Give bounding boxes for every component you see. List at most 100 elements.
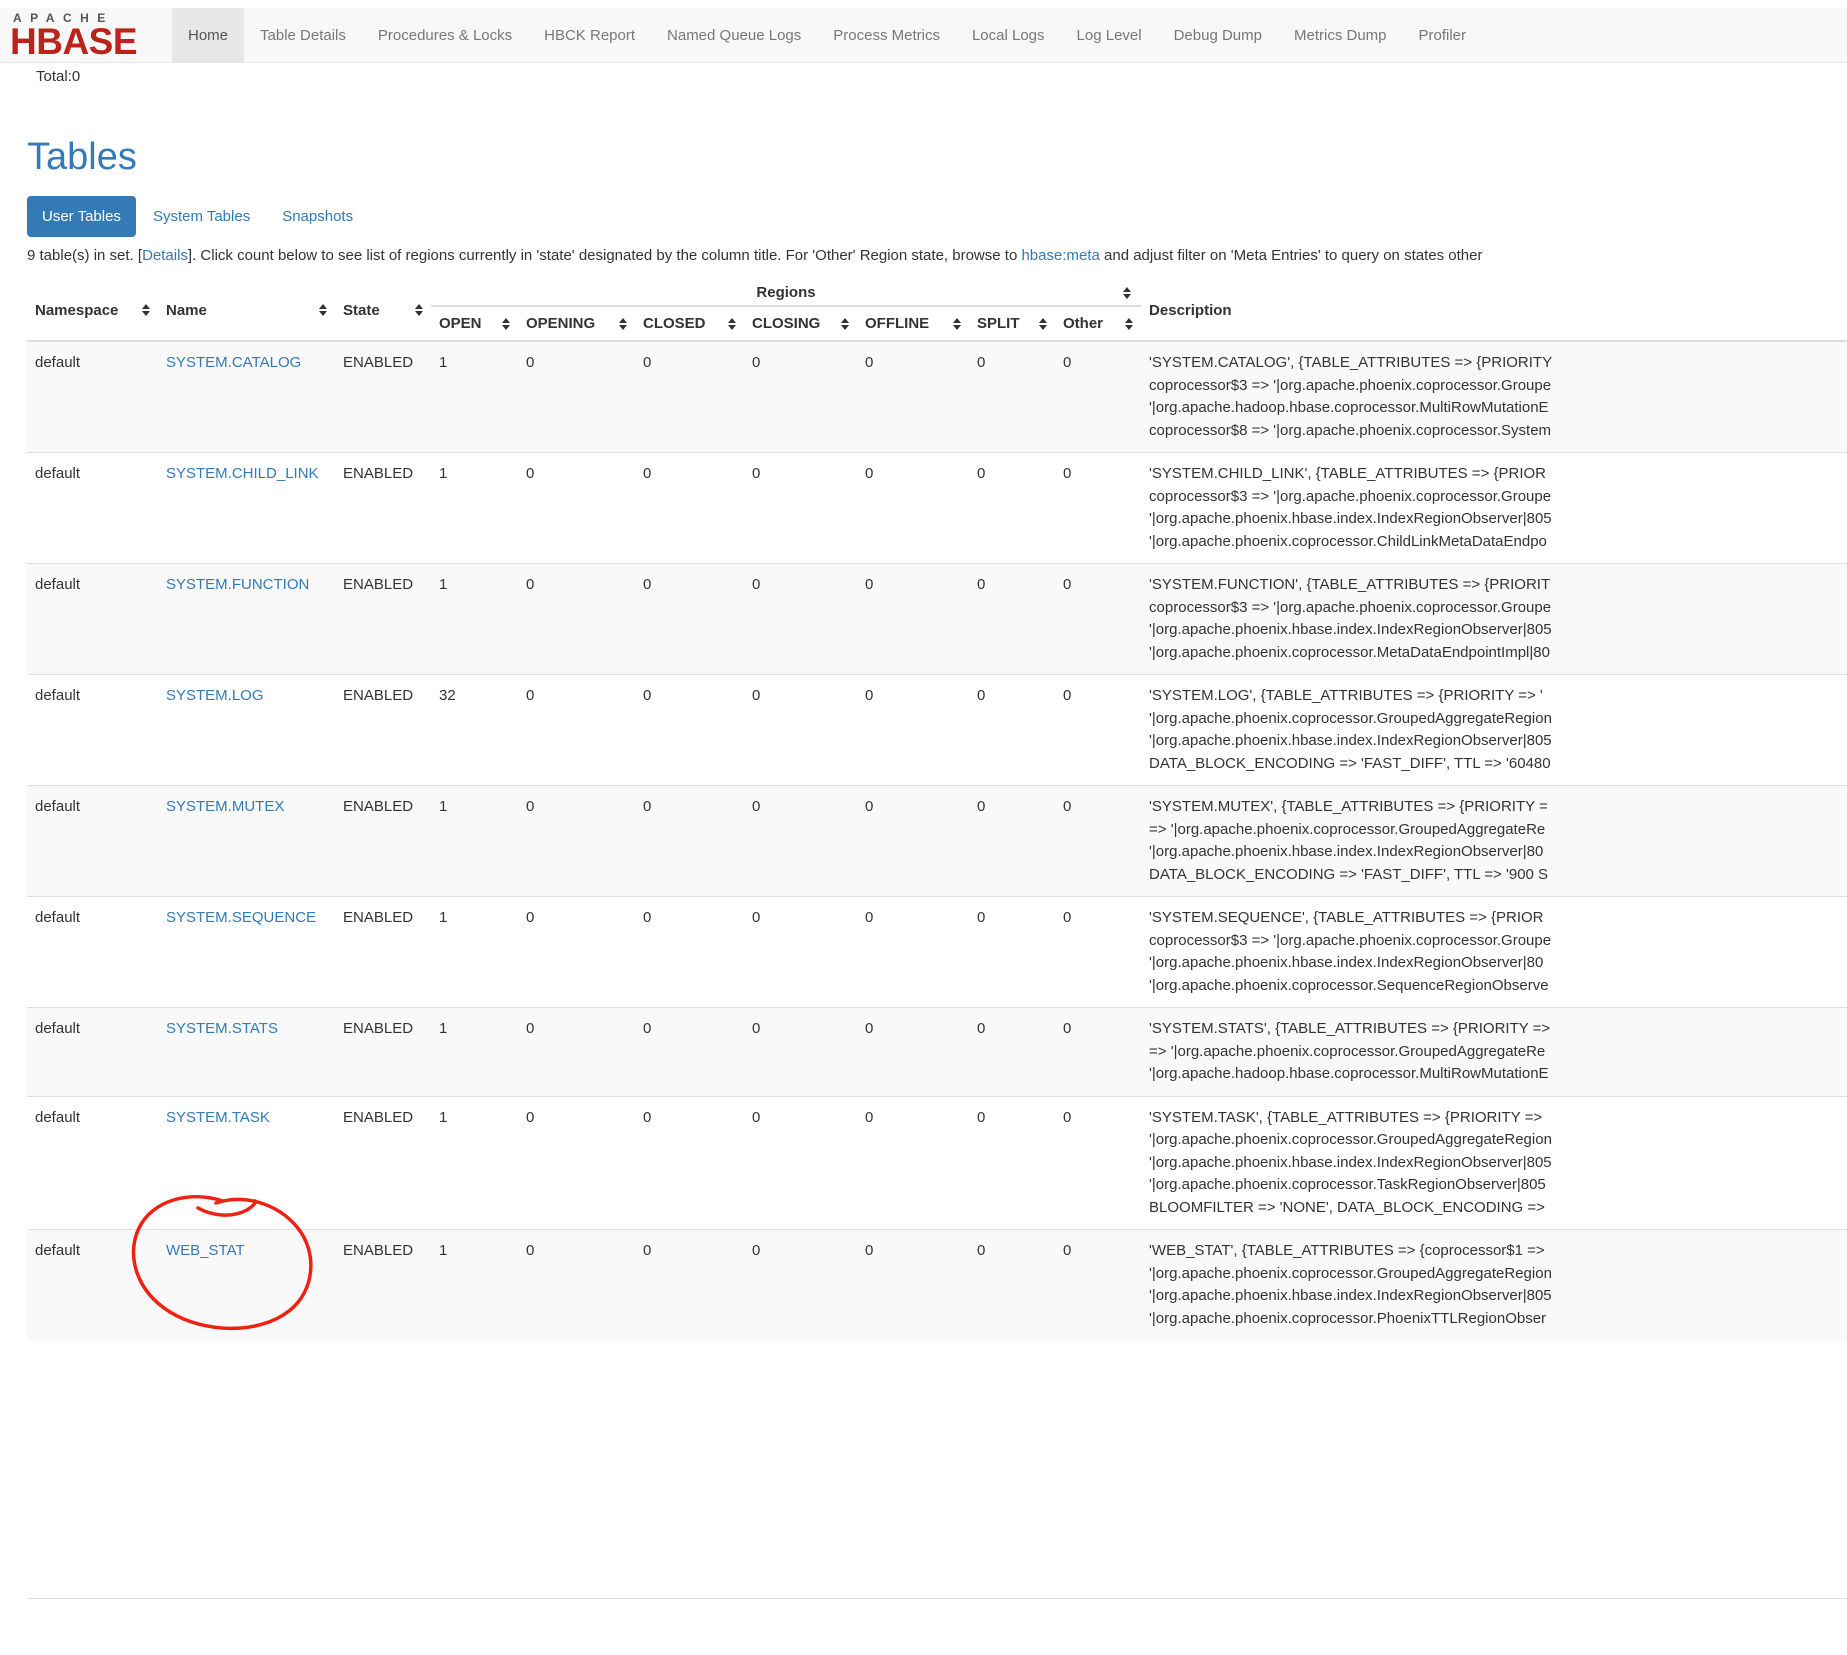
- nav-item-process-metrics[interactable]: Process Metrics: [817, 8, 956, 62]
- cell-region-count-open[interactable]: 1: [431, 564, 518, 675]
- cell-region-count-closed[interactable]: 0: [635, 897, 744, 1008]
- cell-region-count-offline[interactable]: 0: [857, 675, 969, 786]
- cell-region-count-closed[interactable]: 0: [635, 1008, 744, 1097]
- cell-region-count-split[interactable]: 0: [969, 1008, 1055, 1097]
- nav-item-local-logs[interactable]: Local Logs: [956, 8, 1061, 62]
- cell-region-count-split[interactable]: 0: [969, 675, 1055, 786]
- column-header-closed[interactable]: CLOSED: [635, 306, 744, 341]
- column-header-split[interactable]: SPLIT: [969, 306, 1055, 341]
- sort-icon[interactable]: [1125, 318, 1133, 330]
- sort-icon[interactable]: [502, 318, 510, 330]
- cell-region-count-opening[interactable]: 0: [518, 1230, 635, 1341]
- cell-region-count-other[interactable]: 0: [1055, 1008, 1141, 1097]
- cell-region-count-offline[interactable]: 0: [857, 564, 969, 675]
- column-header-offline[interactable]: OFFLINE: [857, 306, 969, 341]
- column-header-closing[interactable]: CLOSING: [744, 306, 857, 341]
- cell-region-count-offline[interactable]: 0: [857, 786, 969, 897]
- sort-icon[interactable]: [953, 318, 961, 330]
- nav-item-hbck-report[interactable]: HBCK Report: [528, 8, 651, 62]
- cell-region-count-opening[interactable]: 0: [518, 786, 635, 897]
- cell-region-count-offline[interactable]: 0: [857, 897, 969, 1008]
- cell-region-count-split[interactable]: 0: [969, 1230, 1055, 1341]
- cell-region-count-other[interactable]: 0: [1055, 341, 1141, 453]
- cell-region-count-offline[interactable]: 0: [857, 341, 969, 453]
- cell-region-count-open[interactable]: 1: [431, 453, 518, 564]
- table-name-link[interactable]: SYSTEM.LOG: [166, 687, 264, 704]
- cell-region-count-open[interactable]: 1: [431, 341, 518, 453]
- tab-system-tables[interactable]: System Tables: [138, 196, 265, 237]
- cell-region-count-opening[interactable]: 0: [518, 897, 635, 1008]
- table-name-link[interactable]: SYSTEM.FUNCTION: [166, 576, 309, 593]
- table-name-link[interactable]: SYSTEM.STATS: [166, 1020, 278, 1037]
- sort-icon[interactable]: [619, 318, 627, 330]
- nav-item-profiler[interactable]: Profiler: [1403, 8, 1483, 62]
- table-name-link[interactable]: SYSTEM.SEQUENCE: [166, 909, 316, 926]
- sort-icon[interactable]: [728, 318, 736, 330]
- nav-item-log-level[interactable]: Log Level: [1061, 8, 1158, 62]
- cell-region-count-other[interactable]: 0: [1055, 675, 1141, 786]
- table-name-link[interactable]: WEB_STAT: [166, 1242, 245, 1259]
- cell-region-count-split[interactable]: 0: [969, 453, 1055, 564]
- cell-region-count-closing[interactable]: 0: [744, 341, 857, 453]
- nav-item-home[interactable]: Home: [172, 8, 244, 62]
- cell-region-count-offline[interactable]: 0: [857, 1008, 969, 1097]
- nav-item-named-queue-logs[interactable]: Named Queue Logs: [651, 8, 817, 62]
- cell-region-count-closed[interactable]: 0: [635, 1096, 744, 1230]
- cell-region-count-closing[interactable]: 0: [744, 1096, 857, 1230]
- cell-region-count-open[interactable]: 1: [431, 897, 518, 1008]
- cell-region-count-opening[interactable]: 0: [518, 1096, 635, 1230]
- column-header-opening[interactable]: OPENING: [518, 306, 635, 341]
- cell-region-count-offline[interactable]: 0: [857, 453, 969, 564]
- cell-region-count-split[interactable]: 0: [969, 786, 1055, 897]
- table-name-link[interactable]: SYSTEM.CHILD_LINK: [166, 465, 319, 482]
- cell-region-count-opening[interactable]: 0: [518, 675, 635, 786]
- cell-region-count-open[interactable]: 1: [431, 1008, 518, 1097]
- sort-icon[interactable]: [841, 318, 849, 330]
- cell-region-count-split[interactable]: 0: [969, 564, 1055, 675]
- cell-region-count-closing[interactable]: 0: [744, 564, 857, 675]
- cell-region-count-closing[interactable]: 0: [744, 1230, 857, 1341]
- sort-icon[interactable]: [415, 304, 423, 316]
- cell-region-count-split[interactable]: 0: [969, 341, 1055, 453]
- cell-region-count-split[interactable]: 0: [969, 1096, 1055, 1230]
- cell-region-count-opening[interactable]: 0: [518, 341, 635, 453]
- cell-region-count-closed[interactable]: 0: [635, 453, 744, 564]
- column-header-namespace[interactable]: Namespace: [27, 280, 158, 341]
- sort-icon[interactable]: [1123, 287, 1131, 299]
- sort-icon[interactable]: [1039, 318, 1047, 330]
- cell-region-count-split[interactable]: 0: [969, 897, 1055, 1008]
- cell-region-count-open[interactable]: 1: [431, 1096, 518, 1230]
- cell-region-count-opening[interactable]: 0: [518, 453, 635, 564]
- cell-region-count-closing[interactable]: 0: [744, 453, 857, 564]
- cell-region-count-closed[interactable]: 0: [635, 1230, 744, 1341]
- hbase-logo[interactable]: APACHE HBASE: [0, 8, 172, 62]
- cell-region-count-closed[interactable]: 0: [635, 564, 744, 675]
- hbase-meta-link[interactable]: hbase:meta: [1021, 247, 1099, 264]
- cell-region-count-other[interactable]: 0: [1055, 786, 1141, 897]
- cell-region-count-open[interactable]: 1: [431, 1230, 518, 1341]
- cell-region-count-closed[interactable]: 0: [635, 675, 744, 786]
- cell-region-count-other[interactable]: 0: [1055, 1096, 1141, 1230]
- sort-icon[interactable]: [142, 304, 150, 316]
- cell-region-count-closing[interactable]: 0: [744, 786, 857, 897]
- cell-region-count-other[interactable]: 0: [1055, 564, 1141, 675]
- table-name-link[interactable]: SYSTEM.CATALOG: [166, 354, 301, 371]
- cell-region-count-offline[interactable]: 0: [857, 1096, 969, 1230]
- table-name-link[interactable]: SYSTEM.TASK: [166, 1109, 270, 1126]
- tab-user-tables[interactable]: User Tables: [27, 196, 136, 237]
- table-name-link[interactable]: SYSTEM.MUTEX: [166, 798, 284, 815]
- cell-region-count-other[interactable]: 0: [1055, 1230, 1141, 1341]
- cell-region-count-opening[interactable]: 0: [518, 564, 635, 675]
- column-header-regions-group[interactable]: Regions: [431, 280, 1141, 306]
- tab-snapshots[interactable]: Snapshots: [267, 196, 368, 237]
- nav-item-procedures-locks[interactable]: Procedures & Locks: [362, 8, 528, 62]
- cell-region-count-closed[interactable]: 0: [635, 341, 744, 453]
- cell-region-count-closing[interactable]: 0: [744, 675, 857, 786]
- cell-region-count-closing[interactable]: 0: [744, 897, 857, 1008]
- cell-region-count-offline[interactable]: 0: [857, 1230, 969, 1341]
- column-header-other[interactable]: Other: [1055, 306, 1141, 341]
- cell-region-count-other[interactable]: 0: [1055, 453, 1141, 564]
- cell-region-count-other[interactable]: 0: [1055, 897, 1141, 1008]
- column-header-open[interactable]: OPEN: [431, 306, 518, 341]
- cell-region-count-closing[interactable]: 0: [744, 1008, 857, 1097]
